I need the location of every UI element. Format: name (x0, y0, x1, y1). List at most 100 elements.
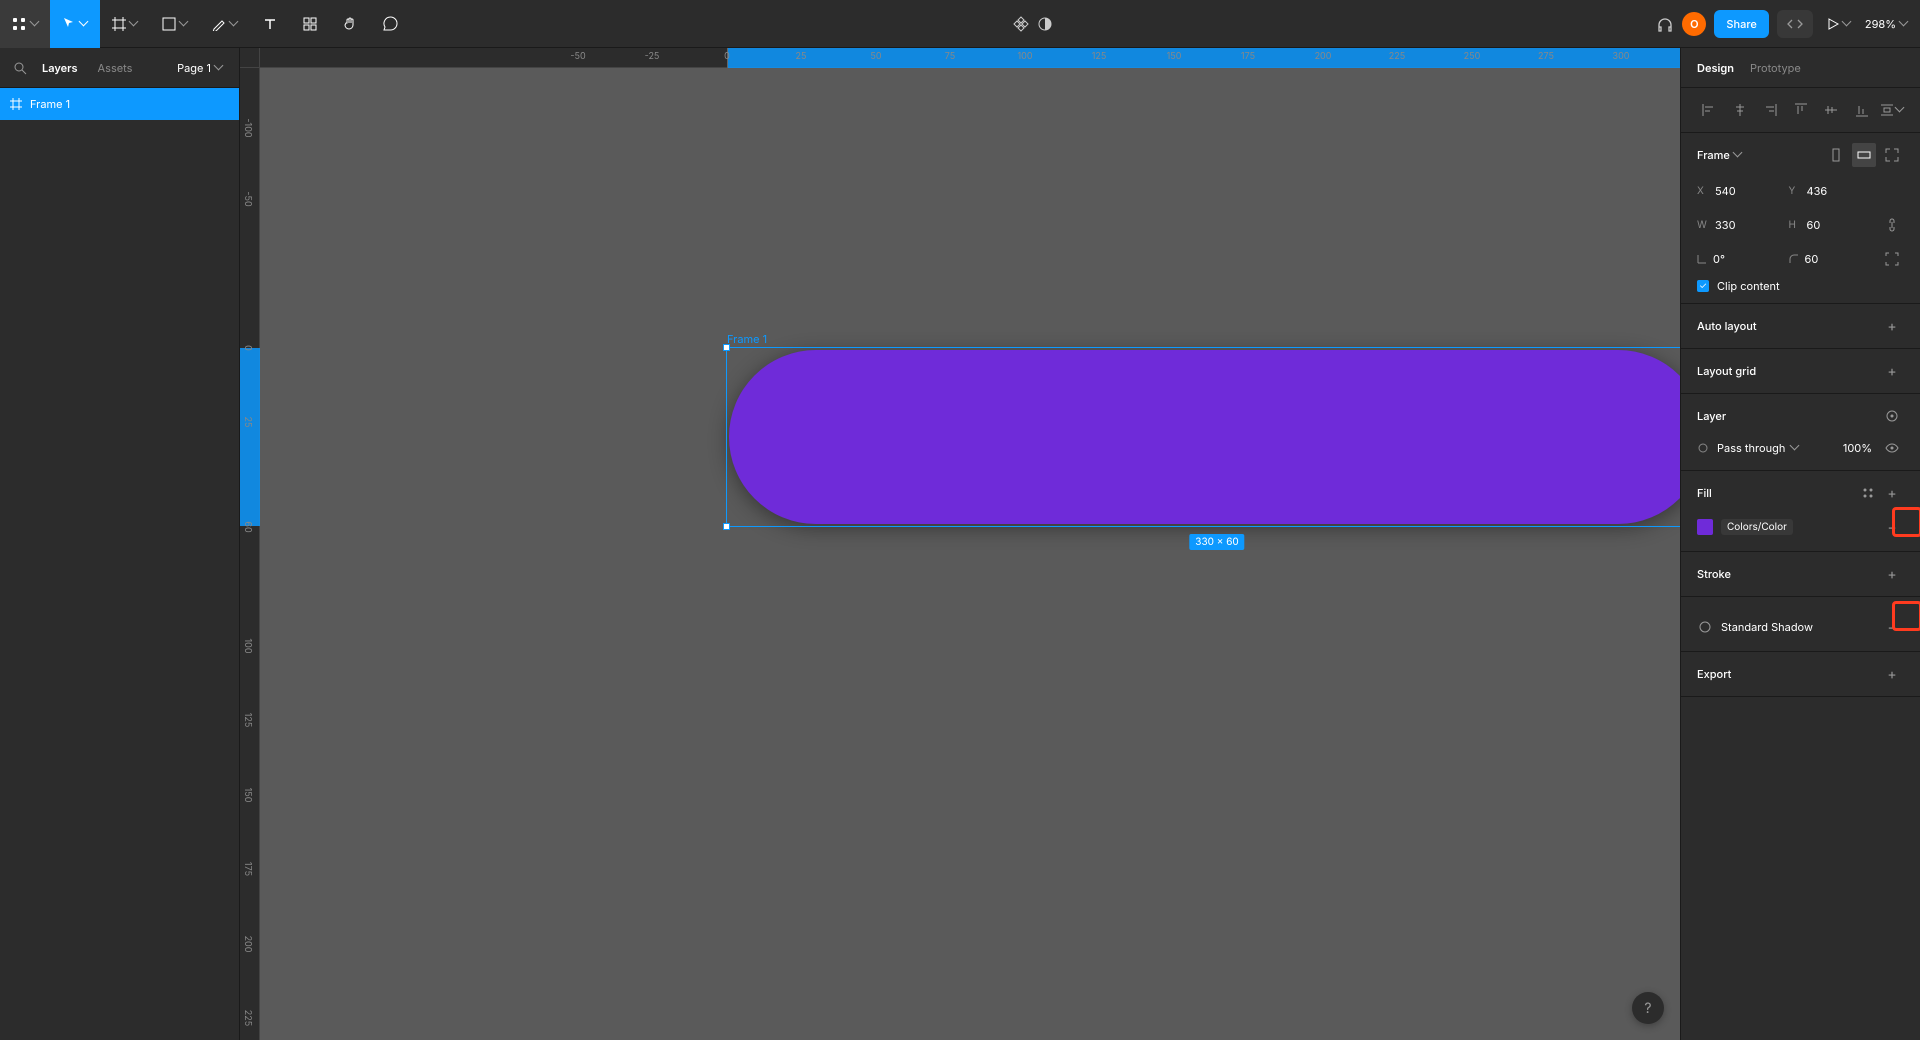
comment-tool-button[interactable] (370, 0, 410, 48)
text-tool-button[interactable] (250, 0, 290, 48)
move-tool-button[interactable] (50, 0, 100, 48)
page-selector[interactable]: Page 1 (177, 61, 231, 75)
user-avatar[interactable]: O (1682, 12, 1706, 36)
align-center-h-button[interactable] (1728, 98, 1752, 122)
tab-prototype[interactable]: Prototype (1750, 61, 1801, 75)
blend-mode-selector[interactable]: Pass through (1717, 441, 1824, 455)
layer-name: Frame 1 (30, 97, 70, 111)
angle-icon (1697, 254, 1707, 264)
resources-button[interactable] (290, 0, 330, 48)
ruler-corner (240, 48, 260, 68)
ruler-tick: 225 (1389, 51, 1405, 62)
x-input[interactable]: X540 (1697, 177, 1781, 205)
ruler-tick: -50 (570, 51, 585, 62)
layer-row[interactable]: Frame 1 (0, 88, 239, 120)
ruler-tick: 175 (242, 862, 253, 876)
toolbar-left (0, 0, 410, 47)
component-set-icon[interactable] (1013, 16, 1029, 32)
clip-content-label: Clip content (1717, 279, 1780, 293)
contrast-icon[interactable] (1037, 16, 1053, 32)
add-layout-grid-button[interactable]: + (1880, 359, 1904, 383)
layout-horizontal-button[interactable] (1852, 143, 1876, 167)
shape-tool-button[interactable] (150, 0, 200, 48)
auto-layout-label: Auto layout (1697, 319, 1757, 333)
effect-name[interactable]: Standard Shadow (1721, 620, 1813, 634)
frame-label[interactable]: Frame 1 (727, 332, 767, 346)
y-input[interactable]: Y436 (1789, 177, 1873, 205)
play-icon (1827, 18, 1839, 30)
pen-tool-button[interactable] (200, 0, 250, 48)
layer-settings-button[interactable] (1880, 404, 1904, 428)
dimensions-badge: 330 × 60 (1189, 534, 1244, 550)
left-panel-header: Layers Assets Page 1 (0, 48, 239, 88)
opacity-input[interactable]: 100% (1832, 441, 1872, 455)
chevron-down-icon (1791, 444, 1799, 452)
left-panel: Layers Assets Page 1 Frame 1 (0, 48, 240, 1040)
remove-fill-button[interactable]: − (1880, 513, 1904, 541)
tab-assets[interactable]: Assets (88, 48, 143, 88)
figma-logo-icon (11, 16, 27, 32)
fill-swatch[interactable] (1697, 519, 1713, 535)
blend-icon (1697, 442, 1709, 454)
remove-effect-button[interactable]: − (1880, 613, 1904, 641)
visibility-toggle[interactable] (1880, 436, 1904, 460)
align-bottom-button[interactable] (1850, 98, 1874, 122)
align-center-v-button[interactable] (1819, 98, 1843, 122)
fill-styles-button[interactable] (1856, 481, 1880, 505)
resize-handle-nw[interactable] (723, 344, 730, 351)
layout-vertical-button[interactable] (1824, 143, 1848, 167)
hand-tool-button[interactable] (330, 0, 370, 48)
main-menu-button[interactable] (0, 0, 50, 48)
add-stroke-button[interactable]: + (1880, 562, 1904, 586)
align-left-button[interactable] (1697, 98, 1721, 122)
tab-layers[interactable]: Layers (32, 48, 88, 88)
effect-icon[interactable] (1697, 619, 1713, 635)
present-button[interactable] (1821, 12, 1857, 36)
fill-style-name[interactable]: Colors/Color (1721, 519, 1793, 535)
canvas-content[interactable]: Frame 1 330 × 60 (260, 68, 1680, 1040)
toolbar-right: O Share 298% (1656, 10, 1920, 38)
clip-content-checkbox[interactable] (1697, 280, 1709, 292)
share-button[interactable]: Share (1714, 10, 1768, 38)
zoom-value: 298% (1865, 17, 1896, 31)
align-right-button[interactable] (1758, 98, 1782, 122)
rectangle-icon (162, 17, 176, 31)
resize-to-fit-button[interactable] (1880, 143, 1904, 167)
comment-icon (383, 16, 398, 31)
headphones-icon[interactable] (1656, 15, 1674, 33)
main-area: Layers Assets Page 1 Frame 1 -50 -25 0 2… (0, 48, 1920, 1040)
search-button[interactable] (8, 56, 32, 80)
radius-input[interactable]: 60 (1789, 245, 1873, 273)
add-fill-button[interactable]: + (1880, 481, 1904, 505)
stroke-section: Stroke + (1681, 552, 1920, 597)
canvas[interactable]: -50 -25 0 25 50 75 100 125 150 175 200 2… (240, 48, 1680, 1040)
height-input[interactable]: H60 (1789, 211, 1873, 239)
resize-handle-sw[interactable] (723, 523, 730, 530)
add-export-button[interactable]: + (1880, 662, 1904, 686)
tab-design[interactable]: Design (1697, 61, 1734, 75)
add-auto-layout-button[interactable]: + (1880, 314, 1904, 338)
ruler-tick: 150 (1167, 51, 1182, 62)
right-panel: Design Prototype Frame (1680, 48, 1920, 1040)
chevron-down-icon (230, 20, 238, 28)
chevron-down-icon (1734, 151, 1742, 159)
ruler-tick: 250 (1464, 51, 1481, 62)
ruler-tick: 50 (870, 51, 881, 62)
zoom-level[interactable]: 298% (1865, 17, 1908, 31)
link-dimensions-button[interactable] (1880, 213, 1904, 237)
ruler-tick: -100 (242, 118, 253, 137)
frame-type-selector[interactable]: Frame (1697, 148, 1742, 162)
ruler-tick: 200 (242, 936, 253, 953)
rotation-input[interactable]: 0° (1697, 245, 1781, 273)
ruler-tick: 125 (1092, 51, 1107, 62)
ruler-horizontal: -50 -25 0 25 50 75 100 125 150 175 200 2… (260, 48, 1680, 68)
dev-mode-button[interactable] (1777, 10, 1813, 38)
help-button[interactable]: ? (1632, 992, 1664, 1024)
align-top-button[interactable] (1789, 98, 1813, 122)
ruler-tick: 25 (796, 51, 807, 62)
independent-corners-button[interactable] (1880, 247, 1904, 271)
align-section (1681, 88, 1920, 133)
distribute-button[interactable] (1880, 98, 1904, 122)
width-input[interactable]: W330 (1697, 211, 1781, 239)
frame-tool-button[interactable] (100, 0, 150, 48)
